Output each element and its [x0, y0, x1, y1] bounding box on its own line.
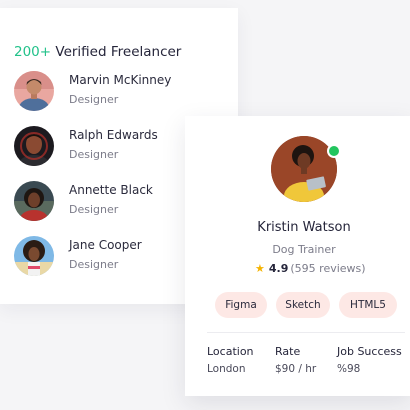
star-icon: ★ [255, 262, 265, 275]
freelancer-showcase: 200+ Verified Freelancer Marvin McKinney… [0, 0, 410, 410]
freelancer-name: Jane Cooper [69, 238, 142, 252]
profile-name: Kristin Watson [257, 220, 351, 235]
avatar [14, 236, 54, 276]
list-title: 200+ Verified Freelancer [14, 44, 181, 60]
freelancer-role: Designer [69, 93, 119, 106]
stat-value-job-success: %98 [337, 363, 361, 375]
freelancer-role: Designer [69, 203, 119, 216]
rating: ★ 4.9 (595 reviews) [255, 262, 366, 275]
rating-score: 4.9 [268, 262, 289, 275]
skill-tag-figma[interactable]: Figma [215, 292, 267, 318]
profile-title: Dog Trainer [272, 243, 336, 256]
online-status-dot [327, 144, 341, 158]
profile-avatar [271, 136, 337, 202]
freelancer-count: 200+ [14, 44, 52, 60]
freelancer-item-marvin[interactable]: Marvin McKinney Designer [14, 71, 224, 113]
skill-tag-sketch[interactable]: Sketch [276, 292, 330, 318]
stat-label-location: Location [207, 345, 254, 358]
avatar [14, 71, 54, 111]
stat-value-location: London [207, 363, 246, 375]
profile-avatar-wrapper[interactable] [271, 136, 341, 202]
divider [207, 332, 405, 333]
freelancer-role: Designer [69, 148, 119, 161]
stat-label-rate: Rate [275, 345, 301, 358]
avatar [14, 181, 54, 221]
freelancer-role: Designer [69, 258, 119, 271]
profile-card: Kristin Watson Dog Trainer ★ 4.9 (595 revi… [185, 116, 410, 396]
freelancer-name: Marvin McKinney [69, 73, 172, 87]
skill-tag-html5[interactable]: HTML5 [339, 292, 397, 318]
stat-label-job-success: Job Success [337, 345, 402, 358]
avatar [14, 126, 54, 166]
stat-value-rate: $90 / hr [275, 363, 317, 375]
freelancer-name: Ralph Edwards [69, 128, 158, 142]
review-count: (595 reviews) [290, 262, 366, 275]
freelancer-name: Annette Black [69, 183, 153, 197]
list-title-text: Verified Freelancer [51, 44, 182, 60]
